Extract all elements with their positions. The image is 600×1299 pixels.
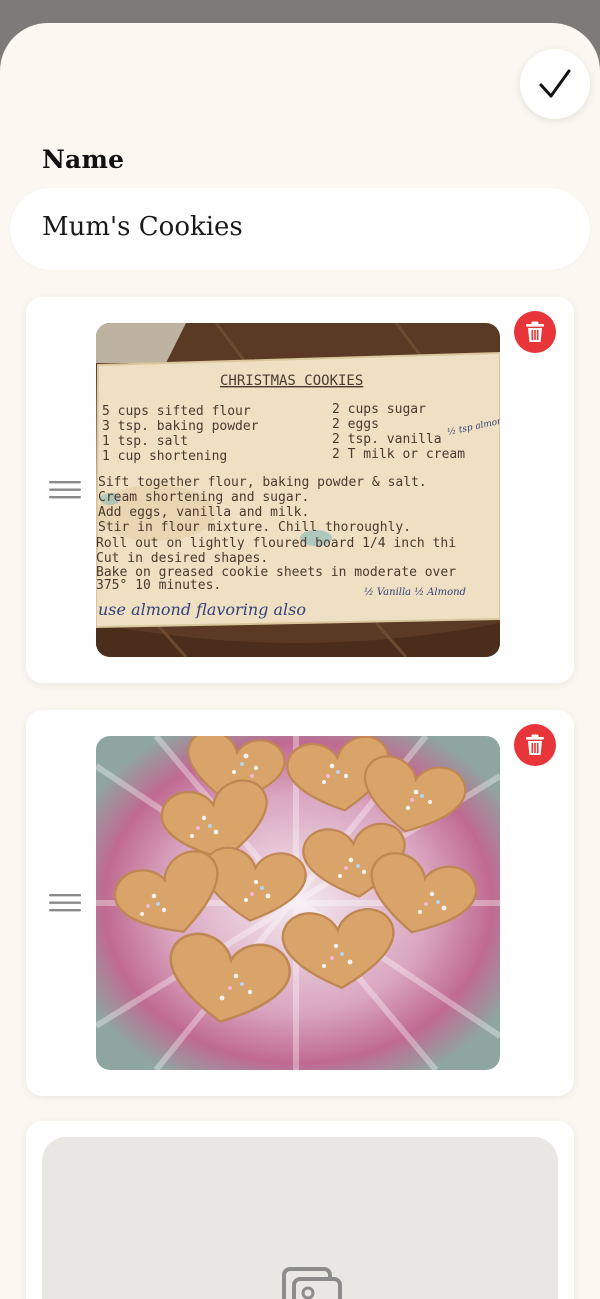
photos-icon <box>282 1267 342 1299</box>
handwritten-note: use almond flavoring also <box>98 600 306 619</box>
trash-icon <box>526 321 544 342</box>
checkmark-icon <box>539 69 571 98</box>
handwritten-margin: ½ Vanilla ½ Almond <box>364 587 466 598</box>
add-photo-placeholder[interactable] <box>42 1137 558 1299</box>
name-input-value: Mum's Cookies <box>42 212 243 242</box>
instruction-6: Cut in desired shapes. <box>96 551 268 566</box>
delete-photo-button[interactable] <box>514 724 556 766</box>
photo-card <box>26 710 574 1096</box>
ingredient-left-4: 1 cup shortening <box>102 449 227 464</box>
instruction-1: Sift together flour, baking powder & sal… <box>98 475 427 490</box>
card-title: CHRISTMAS COOKIES <box>220 373 363 389</box>
instruction-2: Cream shortening and sugar. <box>98 490 309 505</box>
ingredient-left-3: 1 tsp. salt <box>102 434 188 449</box>
ingredient-right-1: 2 cups sugar <box>332 402 426 417</box>
confirm-button[interactable] <box>520 49 590 119</box>
ingredient-right-3: 2 tsp. vanilla <box>332 432 442 447</box>
trash-icon <box>526 734 544 755</box>
ingredient-left-1: 5 cups sifted flour <box>102 404 251 419</box>
instruction-8: 375° 10 minutes. <box>96 578 221 593</box>
name-input[interactable]: Mum's Cookies <box>10 188 590 270</box>
name-label: Name <box>42 145 125 174</box>
add-photo-card[interactable] <box>26 1121 574 1299</box>
drag-handle-icon[interactable] <box>49 480 81 500</box>
photo-card: CHRISTMAS COOKIES 5 cups sifted flour 3 … <box>26 297 574 683</box>
ingredient-right-4: 2 T milk or cream <box>332 447 465 462</box>
instruction-3: Add eggs, vanilla and milk. <box>98 505 309 520</box>
ingredient-right-2: 2 eggs <box>332 417 379 432</box>
edit-recipe-sheet: Name Mum's Cookies CHRISTMAS COOKIES 5 c… <box>0 23 600 1299</box>
delete-photo-button[interactable] <box>514 311 556 353</box>
recipe-card-photo[interactable]: CHRISTMAS COOKIES 5 cups sifted flour 3 … <box>96 323 500 657</box>
cookies-photo[interactable] <box>96 736 500 1070</box>
instruction-4: Stir in flour mixture. Chill thoroughly. <box>98 520 411 535</box>
instruction-5: Roll out on lightly floured board 1/4 in… <box>96 536 456 551</box>
ingredient-left-2: 3 tsp. baking powder <box>102 419 259 434</box>
drag-handle-icon[interactable] <box>49 893 81 913</box>
